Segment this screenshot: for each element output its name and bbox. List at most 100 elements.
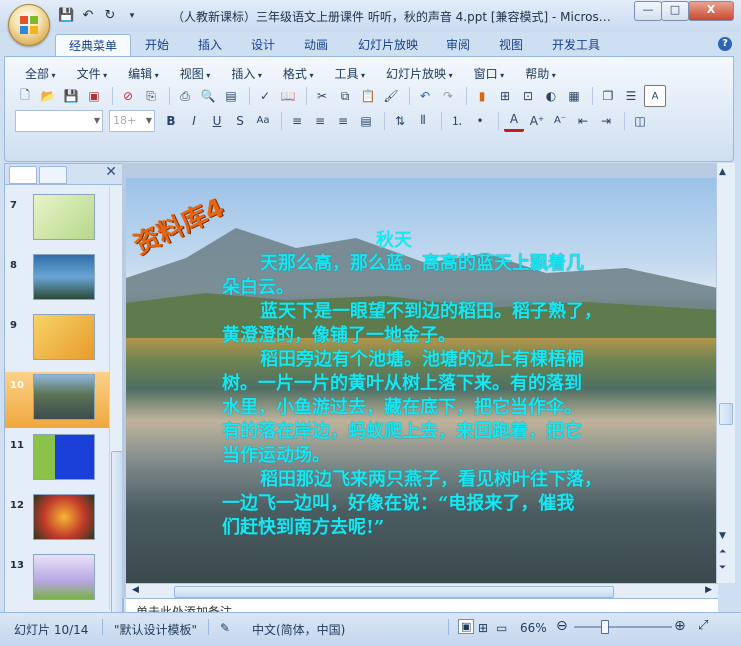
undo-icon[interactable]: ↶: [80, 8, 96, 24]
next-slide-icon[interactable]: ⏷: [719, 563, 726, 573]
close-panel-icon[interactable]: ✕: [105, 164, 117, 180]
slide-thumbnail-11[interactable]: 11: [5, 432, 109, 488]
print-preview-icon[interactable]: 🔍: [198, 86, 218, 106]
shrink-font-icon[interactable]: A⁻: [550, 111, 570, 131]
save-icon[interactable]: 💾: [61, 86, 81, 106]
outline-tab[interactable]: [39, 166, 67, 184]
chart-icon[interactable]: ▮: [472, 86, 492, 106]
align-left-icon[interactable]: ≡: [287, 111, 307, 131]
previous-slide-icon[interactable]: ⏶: [719, 547, 726, 557]
tab-classic-menu[interactable]: 经典菜单: [55, 34, 131, 57]
menu-slideshow[interactable]: 幻灯片放映: [380, 65, 459, 82]
increase-indent-icon[interactable]: ⇥: [596, 111, 616, 131]
change-case-button[interactable]: Aa: [253, 111, 273, 131]
tab-insert[interactable]: 插入: [190, 34, 230, 56]
save-icon[interactable]: 💾: [58, 8, 74, 24]
open-icon[interactable]: 📂: [38, 86, 58, 106]
slide-thumbnail-9[interactable]: 9: [5, 312, 109, 368]
slideshow-view-icon[interactable]: ▭: [496, 621, 507, 635]
notes-pane[interactable]: 单击此处添加备注: [126, 598, 718, 613]
scroll-down-icon[interactable]: ▼: [719, 531, 726, 541]
new-icon[interactable]: 🗋: [15, 86, 35, 106]
language[interactable]: 中文(简体，中国): [252, 621, 345, 638]
zoom-slider[interactable]: [574, 626, 672, 628]
copy-icon[interactable]: ⧉: [335, 86, 355, 106]
horizontal-scrollbar[interactable]: ◀ ▶: [126, 583, 718, 599]
shapes-icon[interactable]: ◫: [630, 111, 650, 131]
italic-button[interactable]: I: [184, 111, 204, 131]
save-as-icon[interactable]: ▣: [84, 86, 104, 106]
close-button[interactable]: X: [688, 1, 734, 21]
slide-thumbnail-8[interactable]: 8: [5, 252, 109, 308]
theme-name[interactable]: "默认设计模板": [114, 621, 197, 638]
underline-button[interactable]: U: [207, 111, 227, 131]
tab-animation[interactable]: 动画: [296, 34, 336, 56]
numbering-icon[interactable]: ⒈: [447, 111, 467, 131]
bullets-icon[interactable]: •: [470, 111, 490, 131]
customize-qat-icon[interactable]: ▾: [124, 8, 140, 24]
scroll-right-icon[interactable]: ▶: [705, 585, 712, 595]
font-color-button[interactable]: A: [504, 109, 524, 132]
menu-window[interactable]: 窗口: [468, 65, 511, 82]
spell-check-icon[interactable]: ✎: [220, 621, 230, 635]
office-button[interactable]: [8, 4, 50, 46]
format-painter-icon[interactable]: 🖌: [381, 86, 401, 106]
text-box-icon[interactable]: A: [644, 85, 666, 107]
scroll-up-icon[interactable]: ▲: [719, 167, 726, 177]
menu-format[interactable]: 格式: [277, 65, 320, 82]
paste-icon[interactable]: 📋: [358, 86, 378, 106]
zoom-out-icon[interactable]: ⊖: [556, 618, 568, 634]
tab-slideshow[interactable]: 幻灯片放映: [352, 34, 424, 56]
normal-view-icon[interactable]: ▣: [458, 619, 475, 634]
slide-sorter-view-icon[interactable]: ⊞: [478, 621, 488, 635]
horizontal-scroll-thumb[interactable]: [174, 586, 614, 598]
new-slide-icon[interactable]: ❐: [598, 86, 618, 106]
grid-icon[interactable]: ⊡: [518, 86, 538, 106]
permission-icon[interactable]: ⊘: [118, 86, 138, 106]
columns-icon[interactable]: ⫴: [413, 111, 433, 131]
menu-file[interactable]: 文件: [71, 65, 114, 82]
vertical-scroll-thumb[interactable]: [719, 403, 733, 425]
panel-scrollbar[interactable]: [109, 186, 123, 618]
slide-thumbnail-13[interactable]: 13: [5, 552, 109, 608]
menu-view[interactable]: 视图: [174, 65, 217, 82]
menu-help[interactable]: 帮助: [519, 65, 562, 82]
decrease-indent-icon[interactable]: ⇤: [573, 111, 593, 131]
layout-icon[interactable]: ☰: [621, 86, 641, 106]
justify-icon[interactable]: ▤: [356, 111, 376, 131]
print-icon[interactable]: ⎙: [175, 86, 195, 106]
scroll-left-icon[interactable]: ◀: [132, 585, 139, 595]
text-direction-icon[interactable]: ⇅: [390, 111, 410, 131]
design-icon[interactable]: ▦: [564, 86, 584, 106]
slide-thumbnail-7[interactable]: 7: [5, 192, 109, 248]
table-icon[interactable]: ⊞: [495, 86, 515, 106]
menu-tools[interactable]: 工具: [328, 65, 371, 82]
slides-tab[interactable]: [9, 166, 37, 184]
slide-thumbnail-12[interactable]: 12: [5, 492, 109, 548]
cut-icon[interactable]: ✂: [312, 86, 332, 106]
attach-icon[interactable]: ⎘: [141, 86, 161, 106]
slide-thumbnail-10[interactable]: 10: [5, 372, 109, 428]
page-setup-icon[interactable]: ▤: [221, 86, 241, 106]
minimize-button[interactable]: —: [634, 1, 662, 21]
fit-to-window-icon[interactable]: ⤢: [698, 618, 708, 633]
grow-font-icon[interactable]: A⁺: [527, 111, 547, 131]
font-size-combo[interactable]: 18+ ▼: [109, 109, 155, 132]
menu-edit[interactable]: 编辑: [122, 65, 165, 82]
menu-insert[interactable]: 插入: [225, 65, 268, 82]
spelling-icon[interactable]: ✓: [255, 86, 275, 106]
tab-home[interactable]: 开始: [137, 34, 177, 56]
undo-icon[interactable]: ↶: [415, 86, 435, 106]
redo-icon[interactable]: ↷: [438, 86, 458, 106]
research-icon[interactable]: 📖: [278, 86, 298, 106]
vertical-scrollbar[interactable]: ▲ ▼ ⏶ ⏷: [716, 163, 735, 583]
align-center-icon[interactable]: ≡: [310, 111, 330, 131]
menu-all[interactable]: 全部: [19, 65, 62, 82]
zoom-in-icon[interactable]: ⊕: [674, 618, 686, 634]
tab-review[interactable]: 审阅: [438, 34, 478, 56]
tab-view[interactable]: 视图: [491, 34, 531, 56]
font-name-combo[interactable]: ▼: [15, 109, 103, 132]
maximize-button[interactable]: □: [661, 1, 689, 21]
shadow-button[interactable]: S: [230, 111, 250, 131]
align-right-icon[interactable]: ≡: [333, 111, 353, 131]
